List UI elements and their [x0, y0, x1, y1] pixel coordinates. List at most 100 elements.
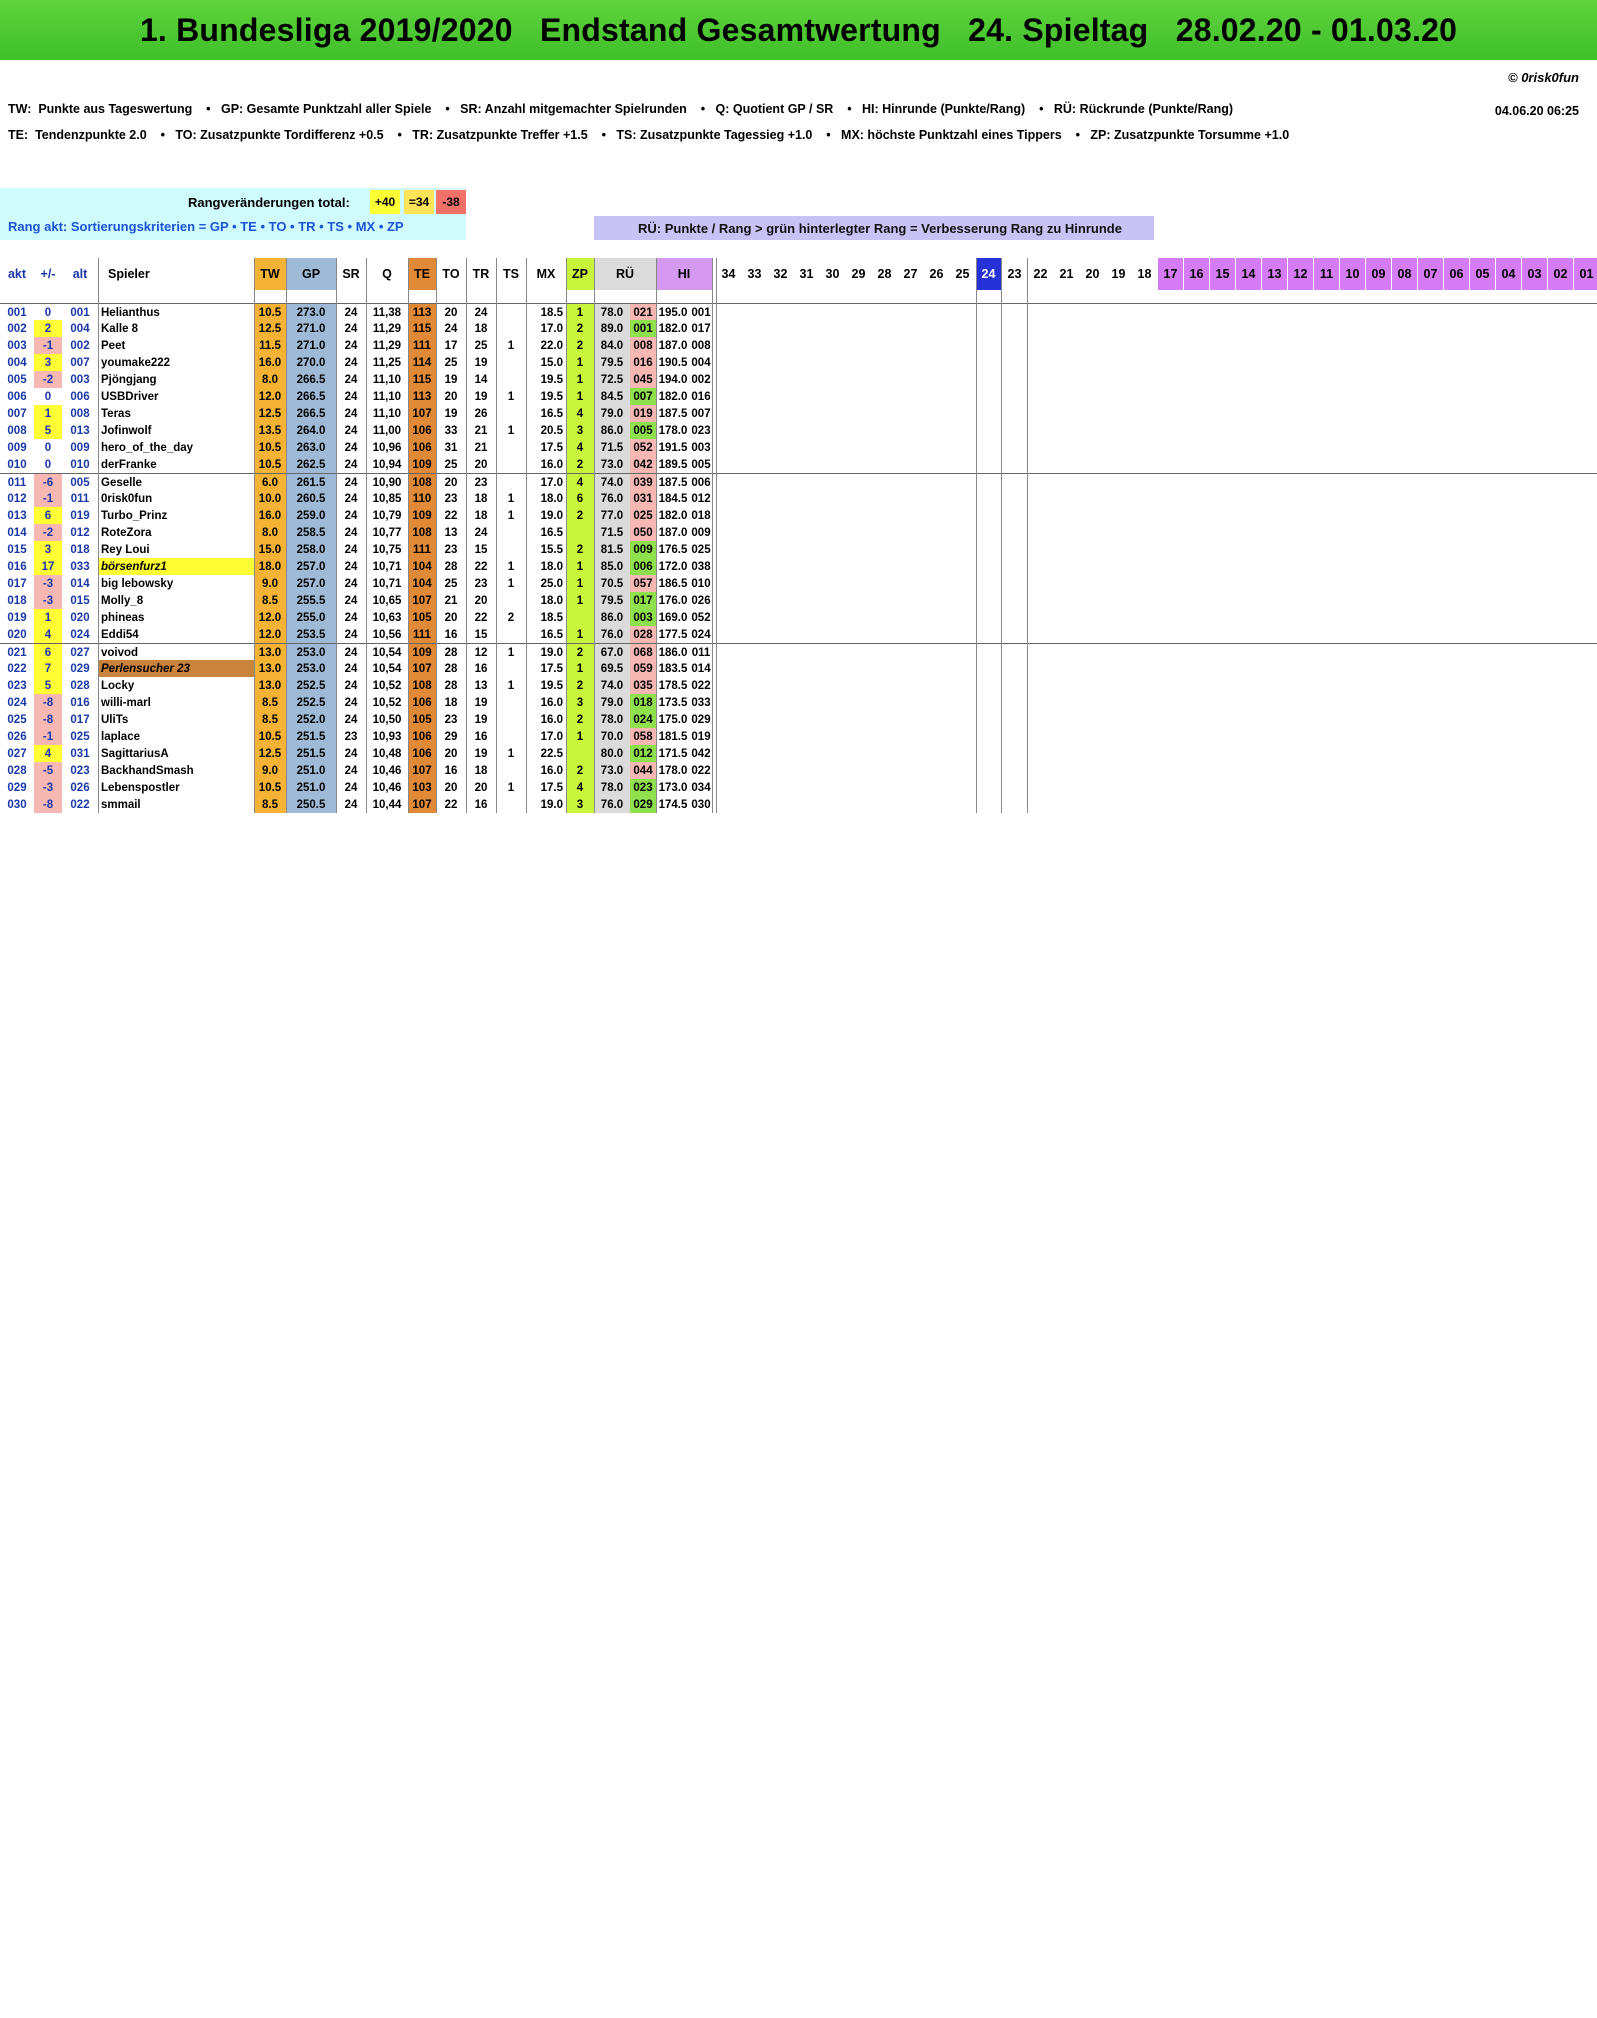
- header-gp: GP: [286, 258, 336, 290]
- tr-points: 16: [474, 730, 488, 743]
- tr-points: 20: [474, 594, 488, 607]
- mx-points: 19.0: [540, 509, 563, 522]
- column-divider: [466, 258, 467, 813]
- mx-points: 18.5: [540, 611, 563, 624]
- hi-rank: 004: [691, 356, 711, 369]
- sr-rounds: 24: [344, 407, 358, 420]
- ru-points: 73.0: [594, 456, 630, 473]
- rank-down-count: -38: [436, 190, 466, 214]
- player-name: smmail: [101, 798, 141, 811]
- header-matchday-13: 13: [1262, 258, 1287, 290]
- ru-rank: 006: [630, 558, 656, 575]
- mx-points: 16.0: [540, 696, 563, 709]
- zp-points: 2: [566, 711, 594, 728]
- ts-points: 1: [507, 747, 515, 760]
- ts-points: [496, 354, 526, 371]
- ru-points: 69.5: [594, 660, 630, 677]
- rank-current: 029: [7, 781, 27, 794]
- ts-points: 1: [507, 679, 515, 692]
- rank-previous: 026: [70, 781, 90, 794]
- player-name: Eddi54: [101, 628, 139, 641]
- ru-points: 85.0: [594, 558, 630, 575]
- player-name: Pjöngjang: [101, 373, 157, 386]
- table-row: 028 -5 023 BackhandSmash 9.0 251.0 24 10,46 107 1…: [0, 762, 1597, 779]
- hi-rank: 006: [691, 476, 711, 489]
- hi-points: 187.5: [658, 476, 688, 489]
- mx-points: 16.0: [540, 713, 563, 726]
- ru-rank: 017: [630, 592, 656, 609]
- to-points: 16: [444, 764, 458, 777]
- te-points: 113: [408, 304, 436, 321]
- ru-points: 79.0: [594, 694, 630, 711]
- zp-points: 1: [566, 592, 594, 609]
- hi-rank: 012: [691, 492, 711, 505]
- table-row: 013 6 019 Turbo_Prinz 16.0 259.0 24 10,79 109 22 1…: [0, 507, 1597, 524]
- rank-change-box: Rangveränderungen total: +40 =34 -38 Ran…: [0, 188, 466, 240]
- sort-criteria: Rang akt: Sortierungskriterien = GP • TE…: [8, 219, 404, 234]
- table-row: 003 -1 002 Peet 11.5 271.0 24 11,29 111 17 25 1 22.0…: [0, 337, 1597, 354]
- column-divider: [716, 258, 717, 813]
- tr-points: 15: [474, 543, 488, 556]
- gp-points: 270.0: [286, 354, 336, 371]
- te-points: 114: [408, 354, 436, 371]
- quotient: 10,54: [372, 646, 402, 659]
- header-matchday-17: 17: [1158, 258, 1183, 290]
- rank-change: 5: [34, 422, 62, 439]
- te-points: 107: [408, 592, 436, 609]
- table-row: 009 0 009 hero_of_the_day 10.5 263.0 24 10,96 10…: [0, 439, 1597, 456]
- tw-points: 12.5: [254, 745, 286, 762]
- rank-current: 019: [7, 611, 27, 624]
- rank-up-count: +40: [370, 190, 400, 214]
- sr-rounds: 24: [344, 628, 358, 641]
- rank-current: 024: [7, 696, 27, 709]
- rank-change: -8: [34, 711, 62, 728]
- rank-current: 021: [7, 646, 27, 659]
- ru-rank: 068: [630, 644, 656, 661]
- gp-points: 258.5: [286, 524, 336, 541]
- ru-rank: 023: [630, 779, 656, 796]
- ru-points: 74.0: [594, 677, 630, 694]
- tr-points: 15: [474, 628, 488, 641]
- quotient: 10,85: [372, 492, 402, 505]
- sr-rounds: 24: [344, 390, 358, 403]
- tw-points: 12.0: [254, 626, 286, 643]
- header-matchday-31: 31: [794, 258, 819, 290]
- ru-points: 86.0: [594, 422, 630, 439]
- te-points: 107: [408, 660, 436, 677]
- tr-points: 19: [474, 696, 488, 709]
- mx-points: 16.5: [540, 628, 563, 641]
- zp-points: 2: [566, 337, 594, 354]
- tw-points: 12.0: [254, 609, 286, 626]
- zp-points: 2: [566, 677, 594, 694]
- column-divider: [656, 258, 657, 813]
- zp-points: 1: [566, 660, 594, 677]
- rank-current: 022: [7, 662, 27, 675]
- gp-points: 271.0: [286, 337, 336, 354]
- rank-previous: 007: [70, 356, 90, 369]
- zp-points: 6: [566, 490, 594, 507]
- player-name: Perlensucher 23: [98, 660, 254, 677]
- to-points: 18: [444, 696, 458, 709]
- rank-change: -3: [34, 592, 62, 609]
- hi-points: 174.5: [658, 798, 688, 811]
- header-matchday-02: 02: [1548, 258, 1573, 290]
- rank-previous: 031: [70, 747, 90, 760]
- sr-rounds: 24: [344, 373, 358, 386]
- mx-points: 17.5: [540, 662, 563, 675]
- hi-points: 178.0: [658, 764, 688, 777]
- rank-current: 013: [7, 509, 27, 522]
- header--: +/-: [40, 267, 56, 281]
- te-points: 115: [408, 371, 436, 388]
- to-points: 23: [444, 492, 458, 505]
- header-matchday-30: 30: [820, 258, 845, 290]
- gp-points: 257.0: [286, 575, 336, 592]
- column-divider: [366, 258, 367, 813]
- player-name: willi-marl: [101, 696, 151, 709]
- ru-rank: 045: [630, 371, 656, 388]
- ts-points: 1: [507, 390, 515, 403]
- te-points: 111: [408, 541, 436, 558]
- header-matchday-26: 26: [924, 258, 949, 290]
- header-matchday-29: 29: [846, 258, 871, 290]
- hi-points: 173.5: [658, 696, 688, 709]
- player-name: SagittariusA: [101, 747, 169, 760]
